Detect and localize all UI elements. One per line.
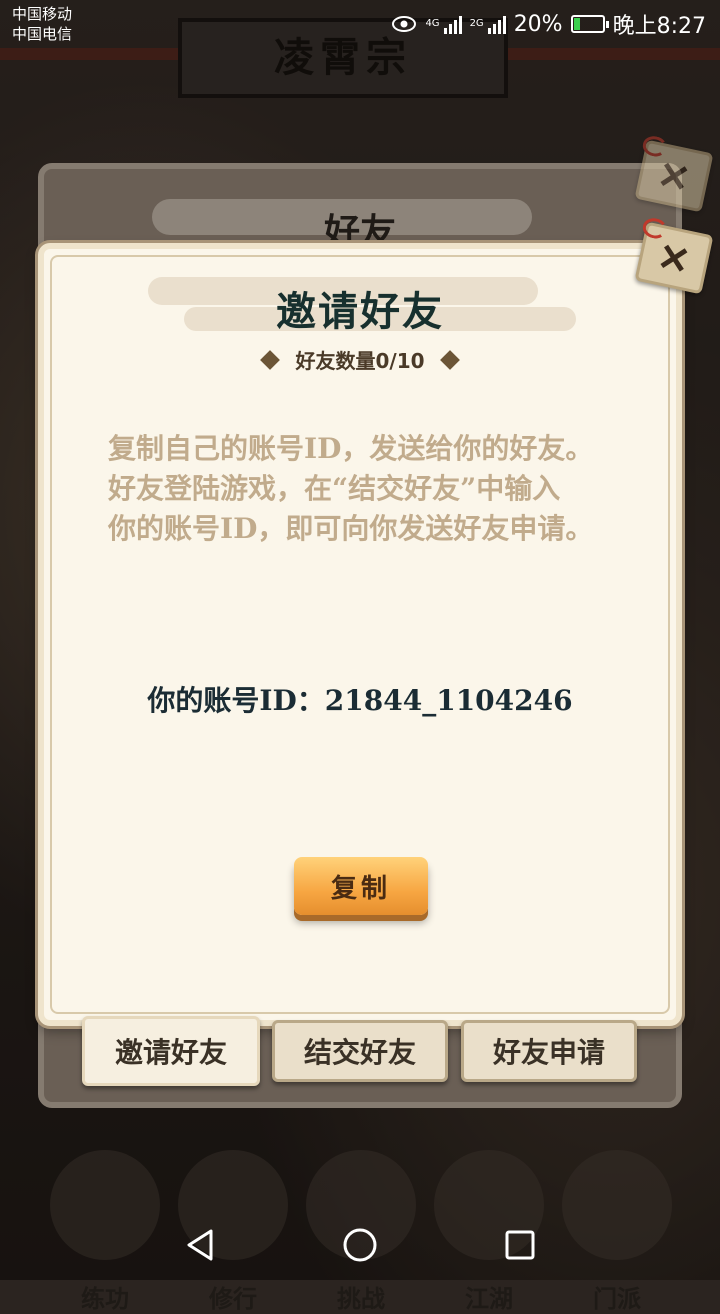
friend-count: 好友数量0/10 (295, 349, 425, 373)
friend-count-row: 好友数量0/10 (44, 345, 676, 374)
navigation-bar (0, 1210, 720, 1280)
account-id-label: 你的账号ID： (147, 684, 325, 717)
menu-label: 修行 (209, 1284, 257, 1313)
invite-friends-dialog: 邀请好友 好友数量0/10 复制自己的账号ID，发送给你的好友。 好友登陆游戏，… (38, 243, 682, 1026)
signal-icon (487, 14, 506, 34)
menu-label: 挑战 (337, 1284, 385, 1313)
account-id-value: 21844_1104246 (324, 684, 573, 717)
description-line: 你的账号ID，即可向你发送好友申请。 (108, 512, 594, 545)
menu-label: 门派 (593, 1284, 641, 1313)
diamond-icon (260, 349, 281, 370)
battery-icon (570, 15, 609, 33)
menu-label: 练功 (81, 1284, 129, 1313)
battery-percent: 20% (513, 11, 563, 37)
clock: 晚上8:27 (612, 14, 706, 39)
network-type-1: 4G (425, 18, 440, 29)
diamond-icon (439, 349, 460, 370)
recents-button[interactable] (500, 1225, 540, 1265)
dialog-title: 邀请好友 (276, 288, 444, 335)
network-type-2: 2G (469, 18, 484, 29)
eye-icon (392, 16, 417, 32)
home-circle-icon (343, 1228, 377, 1262)
close-icon: ✕ (653, 232, 695, 284)
account-id-row: 你的账号ID：21844_1104246 (44, 679, 676, 719)
home-button[interactable] (340, 1225, 380, 1265)
carrier-info: 中国移动 中国电信 (12, 4, 72, 44)
carrier-1: 中国移动 (12, 5, 73, 23)
carrier-2: 中国电信 (12, 25, 73, 43)
recents-square-icon (505, 1230, 535, 1260)
status-icons: 4G 2G 20% 晚上8:27 (391, 8, 706, 40)
close-icon: ✕ (653, 150, 695, 202)
tab-friend-requests[interactable]: 好友申请 (461, 1020, 637, 1082)
menu-label: 江湖 (465, 1284, 513, 1313)
signal-icon (443, 14, 462, 34)
tab-invite-friends[interactable]: 邀请好友 (82, 1016, 260, 1086)
status-bar: 中国移动 中国电信 4G 2G 20% 晚上8:27 (0, 0, 720, 48)
description-line: 复制自己的账号ID，发送给你的好友。 (108, 432, 594, 465)
invite-description: 复制自己的账号ID，发送给你的好友。 好友登陆游戏，在“结交好友”中输入 你的账… (108, 429, 628, 549)
description-line: 好友登陆游戏，在“结交好友”中输入 (108, 472, 561, 505)
copy-button[interactable]: 复制 (294, 857, 428, 915)
tab-make-friends[interactable]: 结交好友 (272, 1020, 448, 1082)
back-triangle-icon (187, 1229, 213, 1261)
back-button[interactable] (180, 1225, 220, 1265)
